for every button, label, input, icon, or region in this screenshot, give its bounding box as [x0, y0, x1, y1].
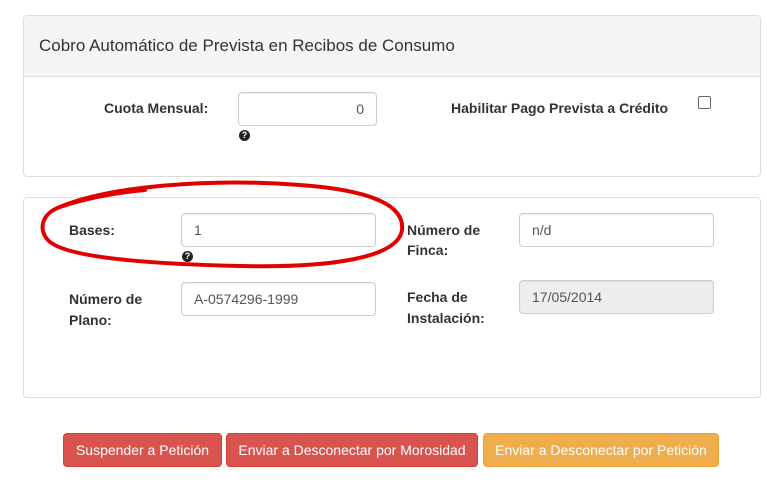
suspender-peticion-button[interactable]: Suspender a Petición	[63, 433, 222, 467]
cuota-mensual-input[interactable]	[238, 92, 377, 126]
numero-finca-input[interactable]	[519, 213, 714, 247]
fecha-instalacion-input	[519, 280, 714, 314]
fecha-instalacion-label-line1: Fecha de	[407, 289, 468, 305]
habilitar-pago-label: Habilitar Pago Prevista a Crédito	[451, 100, 669, 116]
help-icon[interactable]: ?	[239, 130, 250, 141]
fecha-instalacion-label-line2: Instalación:	[407, 310, 485, 326]
prevista-panel-heading: Cobro Automático de Prevista en Recibos …	[24, 16, 760, 77]
numero-plano-input[interactable]	[181, 282, 376, 316]
desconectar-morosidad-button[interactable]: Enviar a Desconectar por Morosidad	[226, 433, 478, 467]
desconectar-peticion-button[interactable]: Enviar a Desconectar por Petición	[483, 433, 719, 467]
bases-label: Bases:	[69, 222, 115, 238]
bases-input[interactable]	[181, 213, 376, 247]
prevista-panel: Cobro Automático de Prevista en Recibos …	[23, 15, 761, 177]
numero-plano-label-line2: Plano:	[69, 312, 112, 328]
numero-finca-label-line2: Finca:	[407, 242, 449, 258]
help-icon[interactable]: ?	[182, 251, 193, 262]
cuota-mensual-label: Cuota Mensual:	[104, 100, 209, 116]
numero-finca-label-line1: Número de	[407, 222, 481, 238]
numero-plano-label-line1: Número de	[69, 291, 143, 307]
panel-title: Cobro Automático de Prevista en Recibos …	[39, 36, 455, 55]
habilitar-pago-checkbox[interactable]	[698, 96, 711, 109]
